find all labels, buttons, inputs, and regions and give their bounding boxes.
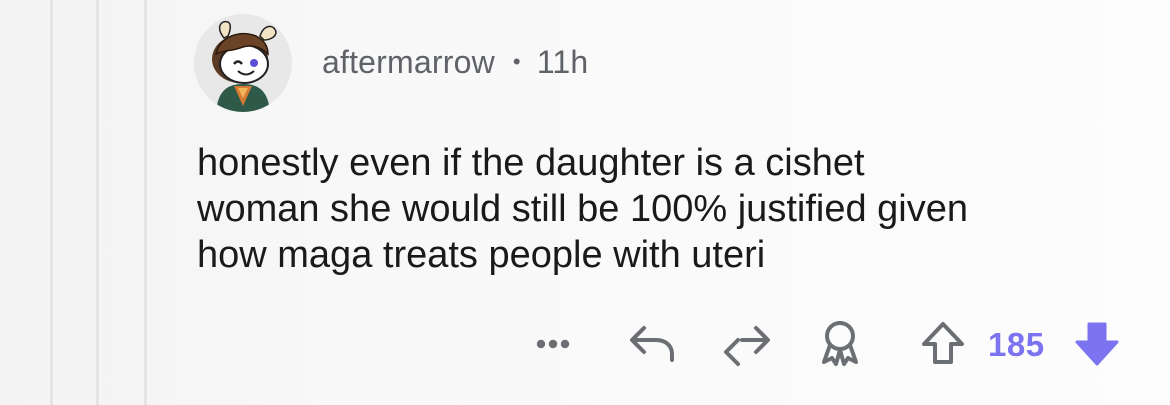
avatar-icon (194, 14, 292, 112)
reply-arrow-icon[interactable] (626, 320, 678, 368)
comment-line: honestly even if the daughter is a cishe… (197, 142, 865, 184)
comment-body: honestly even if the daughter is a cishe… (197, 140, 1157, 278)
comment-meta: aftermarrow • 11h (322, 42, 588, 82)
thread-line-2 (96, 0, 99, 405)
comment-line: how maga treats people with uteri (197, 234, 766, 276)
thread-line-3 (144, 0, 147, 405)
comment-age: 11h (536, 43, 589, 80)
more-dots-icon[interactable] (528, 332, 578, 356)
user-avatar[interactable] (194, 14, 292, 112)
comment-line: woman she would still be 100% justified … (197, 188, 968, 230)
award-icon[interactable] (814, 318, 866, 368)
author-name[interactable]: aftermarrow (322, 44, 495, 81)
upvote-arrow-icon[interactable] (918, 318, 968, 368)
vote-score: 185 (988, 326, 1045, 363)
downvote-arrow-icon[interactable] (1072, 318, 1122, 370)
thread-line-1 (50, 0, 53, 405)
meta-separator: • (512, 49, 521, 74)
share-icon[interactable] (718, 320, 774, 368)
